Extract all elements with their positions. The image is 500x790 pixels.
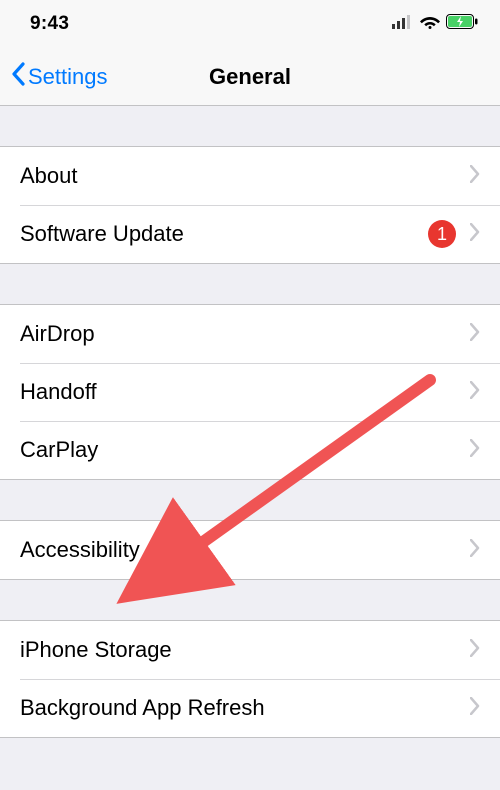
chevron-right-icon: [470, 323, 480, 346]
cellular-icon: [392, 15, 414, 34]
row-carplay[interactable]: CarPlay: [0, 421, 500, 479]
row-label: About: [20, 163, 470, 189]
row-accessibility[interactable]: Accessibility: [0, 521, 500, 579]
row-label: iPhone Storage: [20, 637, 470, 663]
group-spacer: [0, 106, 500, 146]
wifi-icon: [420, 15, 440, 34]
chevron-right-icon: [470, 639, 480, 662]
row-label: Background App Refresh: [20, 695, 470, 721]
chevron-right-icon: [470, 697, 480, 720]
status-icons: [392, 14, 478, 34]
list-group: iPhone Storage Background App Refresh: [0, 620, 500, 738]
back-label: Settings: [28, 64, 108, 90]
row-handoff[interactable]: Handoff: [0, 363, 500, 421]
chevron-right-icon: [470, 439, 480, 462]
row-airdrop[interactable]: AirDrop: [0, 305, 500, 363]
row-label: Software Update: [20, 221, 428, 247]
chevron-right-icon: [470, 165, 480, 188]
list-group: Accessibility: [0, 520, 500, 580]
row-label: Handoff: [20, 379, 470, 405]
row-background-app-refresh[interactable]: Background App Refresh: [0, 679, 500, 737]
group-spacer: [0, 264, 500, 304]
chevron-right-icon: [470, 223, 480, 246]
status-time: 9:43: [30, 13, 69, 35]
group-spacer: [0, 580, 500, 620]
nav-bar: Settings General: [0, 48, 500, 106]
notification-badge: 1: [428, 220, 456, 248]
status-bar: 9:43: [0, 0, 500, 48]
row-about[interactable]: About: [0, 147, 500, 205]
chevron-right-icon: [470, 381, 480, 404]
group-spacer: [0, 738, 500, 778]
row-label: CarPlay: [20, 437, 470, 463]
row-iphone-storage[interactable]: iPhone Storage: [0, 621, 500, 679]
list-group: About Software Update 1: [0, 146, 500, 264]
list-group: AirDrop Handoff CarPlay: [0, 304, 500, 480]
chevron-right-icon: [470, 539, 480, 562]
row-label: Accessibility: [20, 537, 470, 563]
back-button[interactable]: Settings: [10, 62, 108, 92]
row-software-update[interactable]: Software Update 1: [0, 205, 500, 263]
group-spacer: [0, 480, 500, 520]
battery-icon: [446, 14, 478, 34]
row-label: AirDrop: [20, 321, 470, 347]
chevron-left-icon: [10, 62, 26, 92]
